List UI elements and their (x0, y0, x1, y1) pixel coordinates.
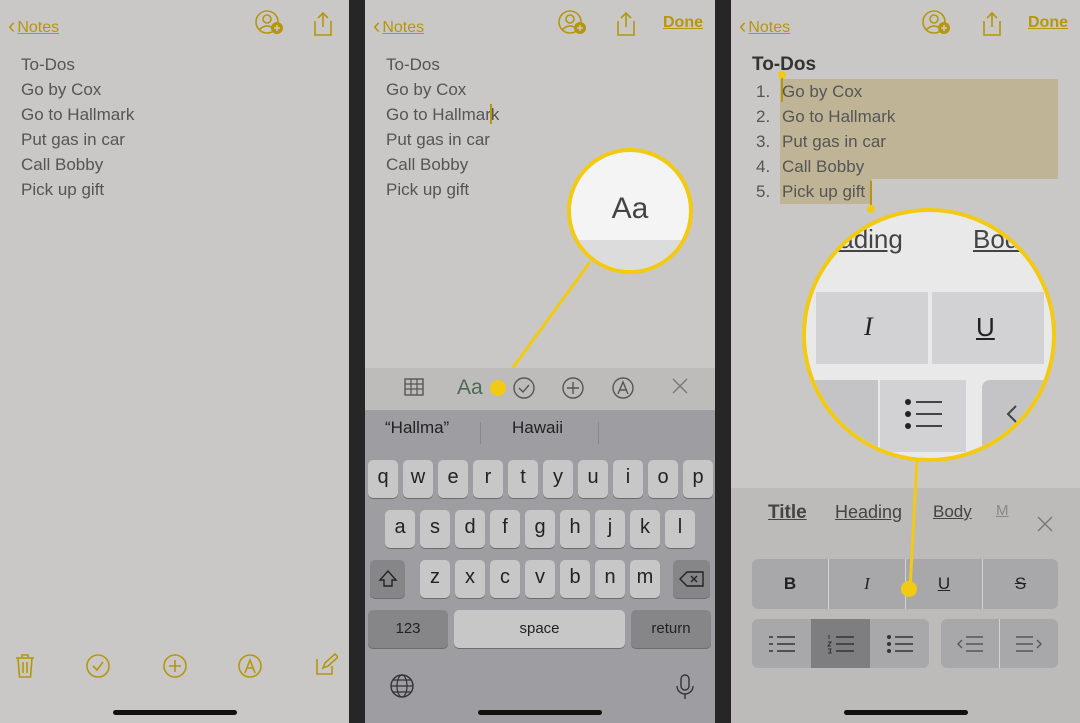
share-icon[interactable] (312, 10, 334, 38)
note-line: Call Bobby (21, 155, 104, 174)
note-line: Pick up gift (21, 180, 105, 199)
key-o[interactable]: o (648, 460, 678, 498)
space-bar[interactable]: space (454, 610, 625, 648)
key-d[interactable]: d (455, 510, 485, 548)
key-f[interactable]: f (490, 510, 520, 548)
microphone-icon[interactable] (675, 673, 695, 701)
nav-bar: ‹ Notes (0, 0, 349, 48)
magnified-bulleted-list-button (880, 380, 966, 452)
key-j[interactable]: j (595, 510, 625, 548)
key-s[interactable]: s (420, 510, 450, 548)
suggestion[interactable]: Hawaii (512, 418, 563, 438)
key-m[interactable]: m (630, 560, 660, 598)
add-icon[interactable] (162, 653, 188, 679)
table-icon[interactable] (403, 376, 425, 398)
note-line: Go by Cox (21, 80, 102, 99)
note-line: To-Dos (21, 55, 75, 74)
bulleted-list-icon (905, 399, 942, 429)
numbers-key[interactable]: 123 (368, 610, 448, 648)
magnified-style-body: Bod (973, 224, 1020, 254)
key-n[interactable]: n (595, 560, 625, 598)
trash-icon[interactable] (14, 653, 36, 679)
note-line: Put gas in car (21, 130, 125, 149)
key-l[interactable]: l (665, 510, 695, 548)
shift-key[interactable] (370, 560, 405, 598)
key-x[interactable]: x (455, 560, 485, 598)
suggestion[interactable]: “Hallma” (385, 418, 449, 438)
key-z[interactable]: z (420, 560, 450, 598)
markup-icon[interactable] (237, 653, 263, 679)
suggestion-divider (598, 422, 599, 444)
key-h[interactable]: h (560, 510, 590, 548)
key-k[interactable]: k (630, 510, 660, 548)
checklist-icon[interactable] (512, 376, 536, 400)
bottom-toolbar (0, 653, 349, 683)
key-u[interactable]: u (578, 460, 608, 498)
compose-icon[interactable] (314, 653, 338, 677)
delete-key[interactable] (673, 560, 710, 598)
key-c[interactable]: c (490, 560, 520, 598)
add-icon[interactable] (561, 376, 585, 400)
keyboard: “Hallma” Hawaii qwertyuiop asdfghjkl zxc… (365, 410, 715, 723)
magnified-style-heading: Heading (806, 224, 903, 254)
home-indicator (112, 710, 237, 715)
key-p[interactable]: p (683, 460, 713, 498)
suggestion-divider (480, 422, 481, 444)
format-magnifier: Aa (567, 148, 693, 274)
magnified-indent-segment (982, 380, 1052, 452)
key-e[interactable]: e (438, 460, 468, 498)
key-g[interactable]: g (525, 510, 555, 548)
checklist-icon[interactable] (85, 653, 111, 679)
highlight-dot (490, 380, 506, 396)
magnified-format-button: Aa (611, 192, 649, 225)
chevron-left-icon (1006, 405, 1017, 423)
magnified-list-segment (806, 380, 878, 452)
key-v[interactable]: v (525, 560, 555, 598)
globe-icon[interactable] (389, 673, 415, 699)
shift-icon (377, 569, 398, 587)
key-t[interactable]: t (508, 460, 538, 498)
format-button[interactable]: Aa (457, 376, 483, 400)
note-body[interactable]: To-Dos Go by Cox Go to Hallmark Put gas … (21, 52, 134, 202)
key-a[interactable]: a (385, 510, 415, 548)
back-button[interactable]: ‹ Notes (8, 12, 59, 38)
key-y[interactable]: y (543, 460, 573, 498)
notes-screen-format: ‹ Notes Done To-Dos 1. Go by Cox 2. Go to H… (731, 0, 1080, 723)
note-line: Go to Hallmark (21, 105, 135, 124)
keyboard-toolbar: Aa (365, 368, 715, 410)
highlight-dot (901, 581, 917, 597)
key-w[interactable]: w (403, 460, 433, 498)
key-q[interactable]: q (368, 460, 398, 498)
notes-screen-keyboard: ‹ Notes Done To-Dos Go by Cox Go to Hallm… (365, 0, 715, 723)
notes-screen-plain: ‹ Notes To-Dos Go by Cox Go to Hallmark P… (0, 0, 349, 723)
key-r[interactable]: r (473, 460, 503, 498)
add-people-icon[interactable] (254, 10, 286, 38)
backspace-icon (678, 571, 704, 587)
close-icon[interactable] (670, 376, 690, 396)
key-b[interactable]: b (560, 560, 590, 598)
format-magnifier: Heading Bod I U (802, 208, 1056, 462)
return-key[interactable]: return (631, 610, 711, 648)
home-indicator (478, 710, 602, 715)
markup-icon[interactable] (611, 376, 635, 400)
key-i[interactable]: i (613, 460, 643, 498)
chevron-left-icon: ‹ (8, 13, 16, 38)
